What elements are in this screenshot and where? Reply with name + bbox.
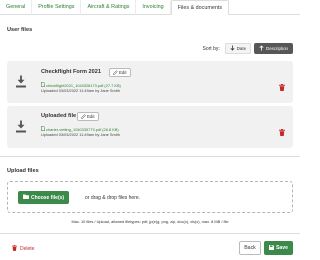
download-icon[interactable] [16, 75, 26, 88]
sort-date-button[interactable]: Date [224, 43, 252, 54]
footer-divider [0, 233, 300, 234]
file-link-text[interactable]: checkflight2021_1040328173.pdf (27.7 KB) [46, 83, 121, 88]
arrow-down-icon [230, 45, 235, 52]
upload-files-title: Upload files [7, 168, 39, 174]
tab-bar: General Profile Settings Aircraft & Rati… [0, 0, 300, 15]
arrow-up-icon [259, 45, 264, 52]
section-divider [0, 156, 300, 157]
edit-button[interactable]: Edit [77, 112, 99, 121]
file-row: Uploaded file Edit charter-vetting_10403… [7, 106, 293, 148]
trash-icon [12, 245, 17, 253]
upload-meta: Uploaded 03/03/2022 11:49am by Jane Smit… [41, 88, 120, 93]
trash-icon[interactable] [279, 78, 285, 91]
sort-bar: Sort by: Date Description [203, 43, 293, 54]
user-files-title: User files [7, 27, 33, 33]
sort-description-label: Description [266, 46, 288, 51]
trash-icon[interactable] [279, 123, 285, 136]
choose-files-label: Choose file(s) [31, 194, 65, 201]
file-name: Uploaded file [41, 113, 77, 119]
file-name: Checkflight Form 2021 [41, 69, 101, 75]
sort-date-label: Date [236, 46, 247, 51]
upload-hint: Max. 10 files / Upload, allowed filetype… [71, 219, 229, 224]
edit-button[interactable]: Edit [109, 68, 131, 77]
pencil-icon [113, 69, 118, 76]
delete-button[interactable]: Delete [12, 245, 34, 253]
save-label: Save [275, 245, 289, 251]
back-button[interactable]: Back [239, 241, 261, 255]
tab-files-documents[interactable]: Files & documents [170, 0, 230, 15]
delete-label: Delete [20, 246, 35, 252]
dropzone-text: or drag & drop files here. [85, 195, 141, 201]
download-icon[interactable] [16, 120, 26, 133]
upload-meta: Uploaded 03/03/2022 11:49am by Jane Smit… [41, 132, 120, 137]
tab-aircraft-ratings[interactable]: Aircraft & Ratings [81, 0, 137, 15]
file-link-text[interactable]: charter-vetting_1040335773.pdf (26.8 KB) [46, 127, 119, 132]
sort-label: Sort by: [202, 45, 220, 52]
save-button[interactable]: Save [264, 241, 293, 255]
sort-description-button[interactable]: Description [254, 43, 293, 54]
folder-icon [23, 194, 29, 201]
save-icon [268, 244, 274, 252]
edit-label: Edit [119, 70, 127, 75]
tab-profile-settings[interactable]: Profile Settings [32, 0, 82, 15]
file-row: Checkflight Form 2021 Edit checkflight20… [7, 61, 293, 103]
back-label: Back [244, 245, 256, 251]
choose-files-button[interactable]: Choose file(s) [18, 191, 70, 204]
edit-label: Edit [87, 114, 95, 119]
file-dropzone[interactable]: Choose file(s) or drag & drop files here… [7, 181, 293, 213]
pencil-icon [81, 113, 86, 120]
tab-general[interactable]: General [0, 0, 33, 15]
tab-invoicing[interactable]: Invoicing [136, 0, 171, 15]
